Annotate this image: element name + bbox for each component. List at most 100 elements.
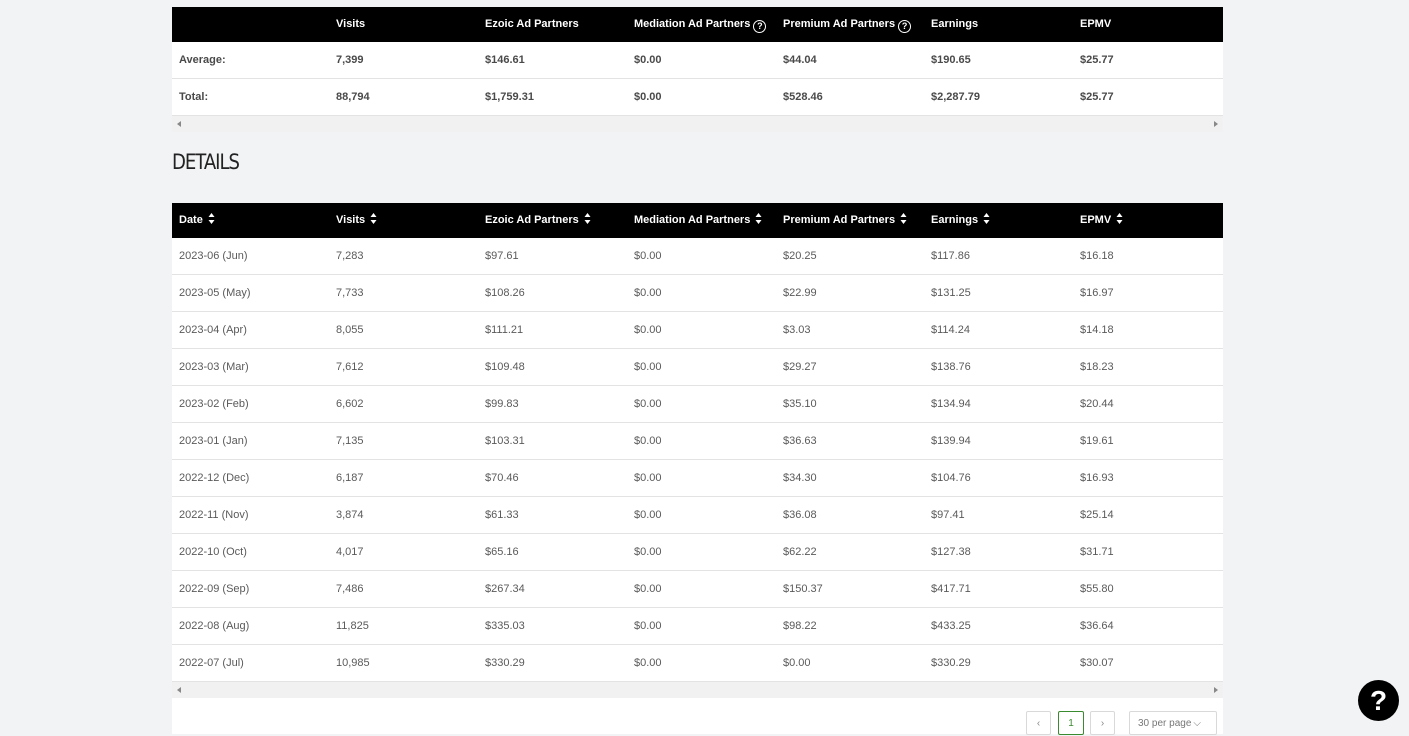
- table-cell: 2023-05 (May): [179, 287, 251, 299]
- table-cell: $14.18: [1080, 324, 1114, 336]
- table-cell: $528.46: [783, 91, 823, 103]
- table-cell: $1,759.31: [485, 91, 534, 103]
- table-cell: 2022-12 (Dec): [179, 472, 250, 484]
- table-cell: 2023-02 (Feb): [179, 398, 249, 410]
- table-row: 2023-02 (Feb) 6,602 $99.83 $0.00 $35.10 $134.…: [172, 386, 1223, 423]
- table-cell: $104.76: [931, 472, 971, 484]
- sortable-column-header[interactable]: Mediation Ad Partners: [634, 203, 762, 238]
- table-cell: $99.83: [485, 398, 519, 410]
- table-row: 2022-11 (Nov) 3,874 $61.33 $0.00 $36.08 $97.4…: [172, 497, 1223, 534]
- table-cell: $0.00: [634, 509, 662, 521]
- sort-icon[interactable]: [208, 212, 215, 225]
- table-cell: $114.24: [931, 324, 970, 336]
- table-row: 2022-10 (Oct) 4,017 $65.16 $0.00 $62.22 $127.…: [172, 534, 1223, 571]
- column-header-label: Date: [179, 214, 203, 226]
- table-cell: 4,017: [336, 546, 364, 558]
- sortable-column-header[interactable]: Earnings: [931, 203, 990, 238]
- sort-icon[interactable]: [1116, 212, 1123, 225]
- table-cell: $29.27: [783, 361, 817, 373]
- prev-page-button[interactable]: ‹: [1026, 711, 1051, 735]
- column-header-label: Ezoic Ad Partners: [485, 214, 579, 226]
- next-page-button[interactable]: ›: [1090, 711, 1115, 735]
- table-cell: $330.29: [485, 657, 525, 669]
- column-header-label: Premium Ad Partners: [783, 214, 896, 226]
- table-cell: $30.07: [1080, 657, 1114, 669]
- table-cell: $0.00: [634, 91, 662, 103]
- scroll-left-icon[interactable]: [177, 121, 181, 127]
- table-cell: 8,055: [336, 324, 364, 336]
- table-cell: $138.76: [931, 361, 971, 373]
- table-cell: Total:: [179, 91, 209, 103]
- table-cell: 7,486: [336, 583, 364, 595]
- summary-rows: Average: 7,399 $146.61 $0.00 $44.04 $190.65 $2…: [172, 42, 1223, 116]
- table-cell: $62.22: [783, 546, 817, 558]
- summary-col-visits: Visits: [336, 18, 366, 30]
- scroll-left-icon[interactable]: [177, 687, 181, 693]
- table-cell: $267.34: [485, 583, 525, 595]
- sort-icon[interactable]: [755, 212, 762, 225]
- section-title: DETAILS: [172, 150, 240, 174]
- table-cell: $35.10: [783, 398, 817, 410]
- sortable-column-header[interactable]: Premium Ad Partners: [783, 203, 907, 238]
- table-cell: $0.00: [783, 657, 811, 669]
- question-circle-icon[interactable]: ?: [753, 20, 767, 33]
- sortable-column-header[interactable]: Visits: [336, 203, 377, 238]
- page-size-select[interactable]: 30 per page ⌵: [1129, 711, 1217, 735]
- table-cell: 7,733: [336, 287, 364, 299]
- sortable-column-header[interactable]: Date: [179, 203, 215, 238]
- summary-col-epmv: EPMV: [1080, 18, 1112, 30]
- table-row: 2023-04 (Apr) 8,055 $111.21 $0.00 $3.03 $114.…: [172, 312, 1223, 349]
- page-1-button[interactable]: 1: [1058, 711, 1084, 735]
- question-circle-icon[interactable]: ?: [898, 20, 912, 33]
- table-cell: $0.00: [634, 54, 662, 66]
- scroll-right-icon[interactable]: [1214, 121, 1218, 127]
- sort-icon[interactable]: [900, 212, 907, 225]
- chevron-down-icon: ⌵: [1193, 718, 1201, 729]
- details-table: Date Visits Ezoic Ad Partners Mediation Ad …: [172, 203, 1223, 735]
- pagination: ‹ 1 › 30 per page ⌵: [172, 698, 1223, 735]
- sort-icon[interactable]: [370, 212, 377, 225]
- table-cell: $150.37: [783, 583, 823, 595]
- table-cell: $0.00: [634, 361, 662, 373]
- sortable-column-header[interactable]: Ezoic Ad Partners: [485, 203, 591, 238]
- table-cell: 10,985: [336, 657, 370, 669]
- table-cell: 7,135: [336, 435, 364, 447]
- scroll-right-icon[interactable]: [1214, 687, 1218, 693]
- table-cell: Average:: [179, 54, 226, 66]
- horizontal-scrollbar[interactable]: [172, 682, 1223, 698]
- table-cell: $2,287.79: [931, 91, 980, 103]
- summary-col-earnings: Earnings: [931, 18, 979, 30]
- table-cell: $16.18: [1080, 250, 1114, 262]
- table-cell: 2022-07 (Jul): [179, 657, 244, 669]
- table-cell: 6,602: [336, 398, 364, 410]
- summary-col-mediation: Mediation Ad Partners?: [634, 7, 767, 42]
- table-cell: $0.00: [634, 250, 662, 262]
- table-cell: $103.31: [485, 435, 525, 447]
- table-cell: $139.94: [931, 435, 971, 447]
- table-cell: $117.86: [931, 250, 970, 262]
- table-cell: $31.71: [1080, 546, 1114, 558]
- table-cell: $20.44: [1080, 398, 1114, 410]
- help-button[interactable]: ?: [1358, 680, 1399, 721]
- sort-icon[interactable]: [983, 212, 990, 225]
- column-header-label: Visits: [336, 214, 366, 226]
- table-row: 2023-06 (Jun) 7,283 $97.61 $0.00 $20.25 $117.…: [172, 238, 1223, 275]
- sortable-column-header[interactable]: EPMV: [1080, 203, 1123, 238]
- table-cell: $0.00: [634, 472, 662, 484]
- summary-col-mediation-label: Mediation Ad Partners: [634, 18, 751, 30]
- table-cell: $19.61: [1080, 435, 1114, 447]
- column-header-label: Mediation Ad Partners: [634, 214, 751, 226]
- horizontal-scrollbar[interactable]: [172, 116, 1223, 132]
- table-row: 2023-05 (May) 7,733 $108.26 $0.00 $22.99 $131…: [172, 275, 1223, 312]
- summary-header-row: Visits Ezoic Ad Partners Mediation Ad Pa…: [172, 7, 1223, 42]
- table-cell: 3,874: [336, 509, 364, 521]
- table-cell: 2023-03 (Mar): [179, 361, 249, 373]
- table-cell: $131.25: [931, 287, 971, 299]
- table-cell: 2023-04 (Apr): [179, 324, 247, 336]
- table-cell: $97.41: [931, 509, 965, 521]
- sort-icon[interactable]: [584, 212, 591, 225]
- page-size-label: 30 per page: [1138, 718, 1192, 729]
- table-row: 2022-09 (Sep) 7,486 $267.34 $0.00 $150.37 $41…: [172, 571, 1223, 608]
- table-row: Average: 7,399 $146.61 $0.00 $44.04 $190.65 $2…: [172, 42, 1223, 79]
- table-cell: 2022-11 (Nov): [179, 509, 249, 521]
